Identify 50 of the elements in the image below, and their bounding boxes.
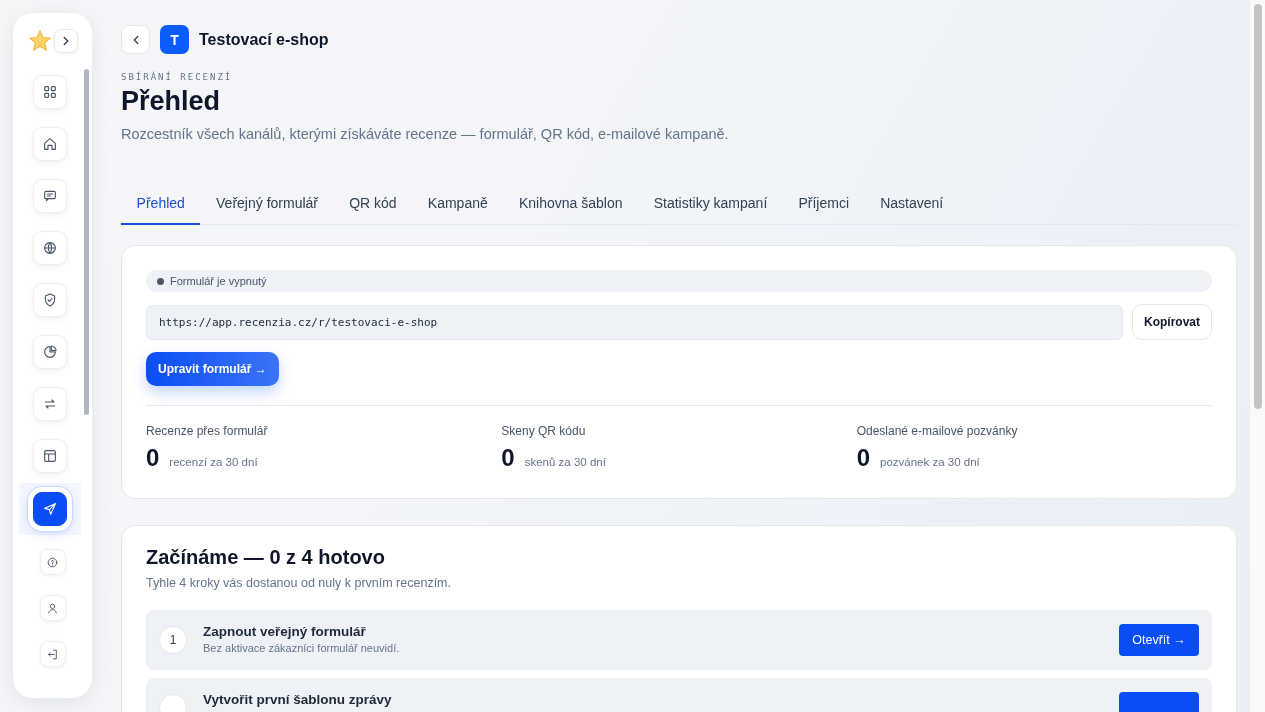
step-title: Zapnout veřejný formulář — [203, 624, 367, 639]
logout-icon — [46, 647, 59, 661]
expand-button[interactable] — [53, 29, 78, 53]
page-title: Přehled — [121, 86, 222, 117]
tab[interactable]: Knihovna šablon — [503, 189, 639, 225]
tab[interactable]: QR kód — [333, 189, 413, 225]
onboarding-description: Tyhle 4 kroky vás dostanou od nuly k prvním recenzím. — [146, 576, 452, 590]
tab[interactable]: Kampaně — [412, 189, 504, 225]
user-icon — [46, 601, 59, 615]
stat-unit: skenů za 30 dní — [524, 456, 606, 468]
page-subtitle: Rozcestník všech kanálů, kterými získáváte recenze — formulář, QR kód, e-mailové kampaně. — [121, 126, 730, 142]
section-label: SBÍRÁNÍ RECENZÍ — [121, 72, 234, 82]
open-button[interactable]: Otevřít → — [1119, 624, 1199, 656]
shop-name: Testovací e-shop — [199, 30, 329, 49]
chat-icon — [41, 188, 58, 204]
tab[interactable]: Veřejný formulář — [200, 189, 334, 225]
url-field[interactable]: https://app.recenzia.cz/r/testovaci-e-shop — [146, 304, 1123, 340]
pie-chart-icon — [41, 344, 58, 360]
stat-value: 0 — [856, 444, 870, 472]
layout-icon — [41, 448, 58, 464]
user-button[interactable] — [39, 595, 66, 621]
status-text: Formulář je vypnutý — [170, 275, 267, 287]
tab[interactable]: Statistiky kampaní — [638, 189, 783, 225]
stat-unit: pozvánek za 30 dní — [880, 456, 980, 468]
shop-avatar: T — [160, 25, 189, 54]
send-icon — [41, 501, 58, 517]
tab[interactable]: Přehled — [121, 189, 201, 225]
tab[interactable]: Příjemci — [782, 189, 865, 225]
stat-label: Skeny QR kódu — [501, 424, 587, 438]
stat-value: 0 — [501, 444, 515, 472]
help-icon — [46, 555, 59, 569]
step-number: 1 — [159, 626, 187, 654]
step-title: Vytvořit první šablonu zprávy — [203, 692, 393, 707]
onboarding-title: Začínáme — 0 z 4 hotovo — [146, 546, 386, 569]
star-logo-icon — [27, 29, 52, 53]
step-description: Bez aktivace zákazníci formulář neuvidí. — [203, 642, 401, 654]
logout-button[interactable] — [39, 641, 66, 667]
help-button[interactable] — [39, 549, 66, 575]
stat-label: Odeslané e-mailové pozvánky — [856, 424, 1019, 438]
copy-button[interactable]: Kopírovat — [1132, 304, 1212, 340]
stat-unit: recenzí za 30 dní — [169, 456, 258, 468]
globe-icon — [41, 240, 58, 256]
edit-form-button[interactable]: Upravit formulář → — [146, 352, 279, 386]
home-icon — [41, 136, 58, 152]
grid-icon — [41, 84, 58, 100]
scrollbar[interactable] — [1253, 4, 1262, 409]
scrollbar[interactable] — [84, 69, 89, 415]
stat-label: Recenze přes formulář — [146, 424, 269, 438]
tab[interactable]: Nastavení — [864, 189, 959, 225]
stat-value: 0 — [146, 444, 160, 472]
